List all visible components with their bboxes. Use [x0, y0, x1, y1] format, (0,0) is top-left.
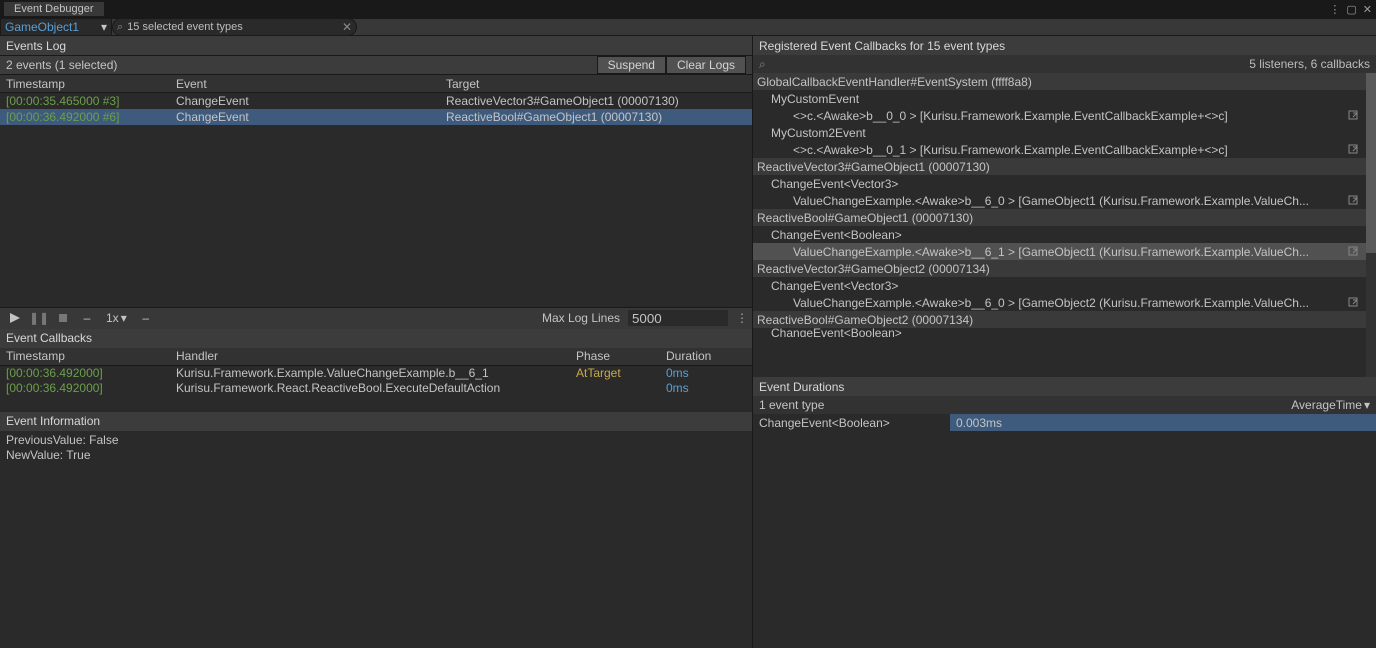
tree-listener[interactable]: ReactiveBool#GameObject1 (00007130): [753, 209, 1376, 226]
open-icon[interactable]: [1348, 110, 1360, 122]
cb-col-handler[interactable]: Handler: [170, 349, 570, 363]
pause-button[interactable]: ❚❚: [28, 309, 50, 327]
registered-tree: GlobalCallbackEventHandler#EventSystem (…: [753, 73, 1376, 377]
clear-search-icon[interactable]: ✕: [342, 20, 352, 34]
callback-row[interactable]: [00:00:36.492000]Kurisu.Framework.Exampl…: [0, 366, 752, 381]
event-info-body: PreviousValue: False NewValue: True: [0, 431, 752, 648]
log-row[interactable]: [00:00:35.465000 #3]ChangeEventReactiveV…: [0, 93, 752, 109]
stop-button[interactable]: [52, 309, 74, 327]
registered-search-row: ⌕ 5 listeners, 6 callbacks: [753, 55, 1376, 73]
search-icon[interactable]: ⌕: [759, 57, 766, 72]
object-field[interactable]: GameObject1 ▾: [0, 18, 112, 36]
event-info-header: Event Information: [0, 412, 752, 431]
cb-col-ts[interactable]: Timestamp: [0, 349, 170, 363]
open-icon[interactable]: [1348, 144, 1360, 156]
durations-header: Event Durations: [753, 377, 1376, 396]
speed-dropdown[interactable]: 1x▾: [100, 311, 133, 325]
duration-row[interactable]: ChangeEvent<Boolean>0.003ms: [753, 414, 1376, 431]
window-tab[interactable]: Event Debugger: [4, 2, 104, 16]
tree-listener[interactable]: ReactiveBool#GameObject2 (00007134): [753, 311, 1376, 328]
speed-down-button[interactable]: –: [76, 309, 98, 327]
search-text: 15 selected event types: [127, 21, 338, 33]
close-icon[interactable]: ✕: [1363, 3, 1372, 16]
tree-callback[interactable]: ValueChangeExample.<Awake>b__6_0 > [Game…: [753, 294, 1376, 311]
playback-toolbar: ❚❚ – 1x▾ – Max Log Lines ⋮: [0, 307, 752, 329]
scrollbar-thumb[interactable]: [1366, 73, 1376, 253]
play-button[interactable]: [4, 309, 26, 327]
search-icon: ⌕: [117, 21, 123, 34]
menu-icon[interactable]: ⋮: [736, 311, 748, 325]
events-log-columns: Timestamp Event Target: [0, 75, 752, 93]
max-log-lines-input[interactable]: [628, 310, 728, 326]
durations-sort[interactable]: AverageTime▾: [1291, 398, 1370, 412]
events-log-header: Events Log: [0, 36, 752, 55]
event-callbacks-header: Event Callbacks: [0, 329, 752, 348]
event-type-search[interactable]: ⌕ 15 selected event types ✕: [112, 18, 357, 36]
info-previous: PreviousValue: False: [6, 433, 746, 448]
tree-event[interactable]: ChangeEvent<Boolean>: [753, 226, 1376, 243]
tree-event[interactable]: ChangeEvent<Boolean>: [753, 328, 1376, 337]
col-target[interactable]: Target: [440, 77, 752, 91]
cb-col-phase[interactable]: Phase: [570, 349, 660, 363]
tree-listener[interactable]: ReactiveVector3#GameObject2 (00007134): [753, 260, 1376, 277]
col-event[interactable]: Event: [170, 77, 440, 91]
clear-logs-button[interactable]: Clear Logs: [666, 56, 746, 74]
cb-col-dur[interactable]: Duration: [660, 349, 752, 363]
tree-callback[interactable]: <>c.<Awake>b__0_1 > [Kurisu.Framework.Ex…: [753, 141, 1376, 158]
tree-event[interactable]: MyCustom2Event: [753, 124, 1376, 141]
open-icon[interactable]: [1348, 246, 1360, 258]
maximize-icon[interactable]: ▢: [1346, 3, 1356, 16]
tree-callback[interactable]: ValueChangeExample.<Awake>b__6_1 > [Game…: [753, 243, 1376, 260]
tree-event[interactable]: ChangeEvent<Vector3>: [753, 175, 1376, 192]
info-new: NewValue: True: [6, 448, 746, 463]
open-icon[interactable]: [1348, 297, 1360, 309]
tree-event[interactable]: ChangeEvent<Vector3>: [753, 277, 1376, 294]
open-icon[interactable]: [1348, 195, 1360, 207]
tree-event[interactable]: MyCustomEvent: [753, 90, 1376, 107]
durations-body: ChangeEvent<Boolean>0.003ms: [753, 414, 1376, 648]
scrollbar[interactable]: [1366, 73, 1376, 377]
col-timestamp[interactable]: Timestamp: [0, 77, 170, 91]
max-log-lines-label: Max Log Lines: [542, 311, 620, 325]
events-log-body: [00:00:35.465000 #3]ChangeEventReactiveV…: [0, 93, 752, 307]
tree-callback[interactable]: ValueChangeExample.<Awake>b__6_0 > [Game…: [753, 192, 1376, 209]
callback-row[interactable]: [00:00:36.492000]Kurisu.Framework.React.…: [0, 381, 752, 396]
object-field-value: GameObject1: [5, 20, 79, 34]
log-row[interactable]: [00:00:36.492000 #6]ChangeEventReactiveB…: [0, 109, 752, 125]
durations-subheader: 1 event type AverageTime▾: [753, 396, 1376, 414]
events-log-status: 2 events (1 selected): [6, 58, 117, 72]
tree-listener[interactable]: GlobalCallbackEventHandler#EventSystem (…: [753, 73, 1376, 90]
registered-meta: 5 listeners, 6 callbacks: [1249, 57, 1370, 71]
tree-callback[interactable]: <>c.<Awake>b__0_0 > [Kurisu.Framework.Ex…: [753, 107, 1376, 124]
callbacks-columns: Timestamp Handler Phase Duration: [0, 348, 752, 366]
tree-listener[interactable]: ReactiveVector3#GameObject1 (00007130): [753, 158, 1376, 175]
menu-icon[interactable]: ⋮: [1329, 3, 1340, 16]
dropdown-icon: ▾: [101, 20, 107, 34]
speed-up-button[interactable]: –: [135, 309, 157, 327]
registered-header: Registered Event Callbacks for 15 event …: [753, 36, 1376, 55]
suspend-button[interactable]: Suspend: [597, 56, 666, 74]
callbacks-body: [00:00:36.492000]Kurisu.Framework.Exampl…: [0, 366, 752, 412]
